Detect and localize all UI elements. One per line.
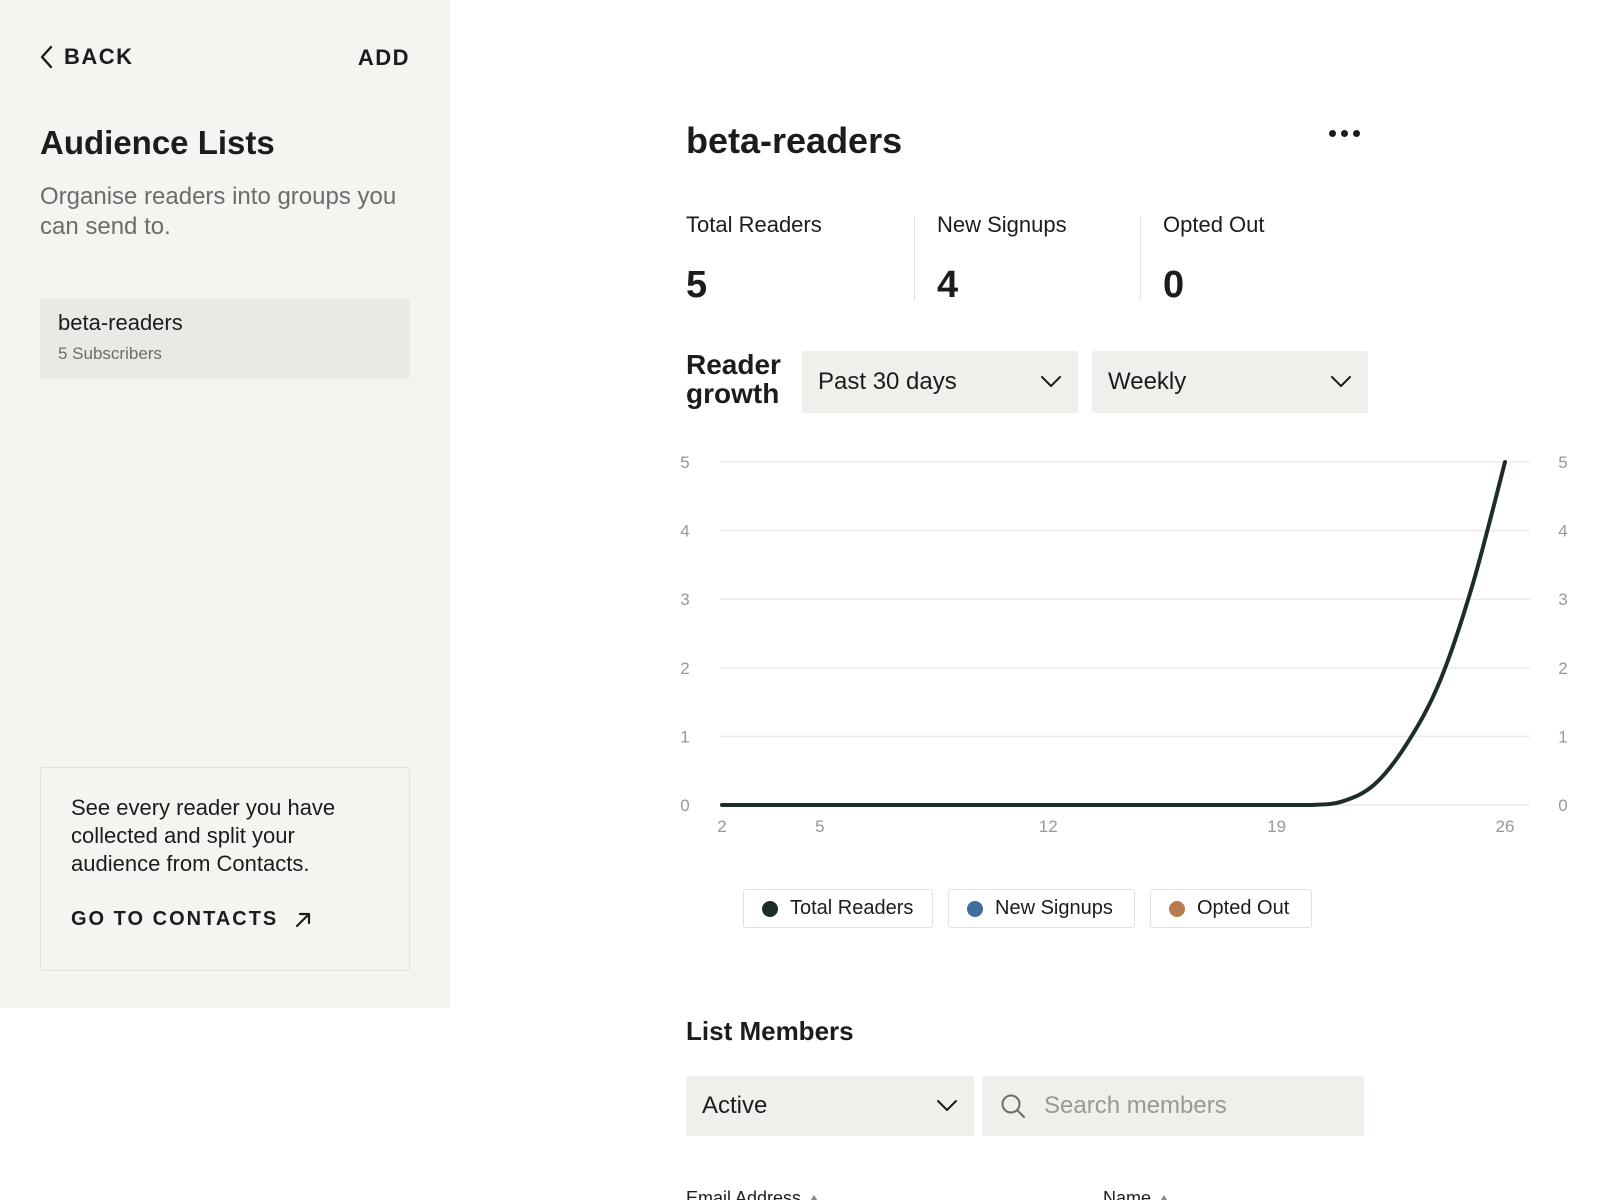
sidebar-title: Audience Lists: [40, 124, 275, 161]
member-search: [982, 1076, 1364, 1136]
sidebar-description: Organise readers into groups you can sen…: [40, 183, 397, 240]
y-right-tick-label: 1: [1558, 727, 1567, 746]
interval-value: Weekly: [1108, 368, 1187, 395]
series-line-total-readers: [720, 460, 1507, 808]
go-to-contacts-label: GO TO CONTACTS: [71, 908, 279, 930]
date-range-value: Past 30 days: [818, 368, 957, 395]
y-right-tick-label: 4: [1558, 522, 1567, 541]
arrow-up-right-icon: [296, 912, 311, 927]
column-header-label: Name: [1103, 1188, 1152, 1200]
legend-new-signups[interactable]: New Signups: [948, 889, 1135, 928]
stat-opted-out: Opted Out 0: [1163, 212, 1265, 307]
more-dot-icon: [1340, 129, 1348, 137]
list-name: beta-readers: [58, 310, 183, 335]
y-right-tick-label: 0: [1558, 796, 1567, 815]
chevron-down-icon: [937, 1100, 957, 1111]
list-members-title: List Members: [686, 1016, 854, 1046]
back-label: BACK: [64, 44, 134, 69]
stat-new-signups: New Signups 4: [937, 212, 1067, 307]
y-tick-label: 0: [680, 796, 689, 815]
contacts-info-card: See every reader you have collected and …: [40, 767, 410, 971]
stat-label: New Signups: [937, 212, 1067, 237]
member-status-select[interactable]: Active: [686, 1076, 974, 1136]
reader-growth-chart: 0 01 12 23 34 45 52 5 12 19 26: [680, 453, 1567, 836]
stat-total-readers: Total Readers 5: [686, 212, 822, 307]
search-icon: [1001, 1094, 1025, 1118]
stat-divider: [1140, 216, 1141, 300]
sort-up-icon: [810, 1194, 818, 1200]
legend-dot-icon: [1169, 900, 1185, 917]
chevron-left-icon: [40, 45, 53, 69]
growth-title-line: Reader: [686, 349, 781, 380]
y-tick-label: 2: [680, 659, 689, 678]
more-options-button[interactable]: [1322, 118, 1366, 148]
legend-label: Opted Out: [1197, 897, 1290, 919]
x-tick-label: 26: [1496, 817, 1515, 836]
growth-title-line: growth: [686, 378, 780, 409]
y-tick-label: 4: [680, 522, 689, 541]
interval-select[interactable]: Weekly: [1092, 351, 1368, 413]
legend-opted-out[interactable]: Opted Out: [1150, 889, 1312, 928]
page-title: beta-readers: [686, 120, 903, 161]
member-status-value: Active: [702, 1092, 768, 1119]
chevron-down-icon: [1041, 376, 1061, 387]
y-tick-label: 1: [680, 727, 689, 746]
stat-value: 0: [1163, 264, 1185, 306]
stat-divider: [914, 216, 915, 300]
chevron-down-icon: [1331, 376, 1351, 387]
stat-label: Total Readers: [686, 212, 822, 237]
legend-label: New Signups: [995, 897, 1113, 919]
column-header-email[interactable]: Email Address: [686, 1188, 819, 1200]
x-tick-label: 12: [1039, 817, 1058, 836]
legend-dot-icon: [967, 900, 983, 917]
search-members-input[interactable]: [1044, 1092, 1344, 1120]
y-right-tick-label: 5: [1558, 453, 1567, 472]
list-subscriber-count: 5 Subscribers: [58, 344, 162, 363]
legend-dot-icon: [762, 900, 778, 917]
info-card-text: See every reader you have collected and …: [71, 795, 336, 876]
audience-list-item[interactable]: beta-readers 5 Subscribers: [40, 298, 410, 379]
x-tick-label: 19: [1267, 817, 1286, 836]
legend-label: Total Readers: [790, 897, 914, 919]
more-dot-icon: [1328, 129, 1336, 137]
y-right-tick-label: 2: [1558, 659, 1567, 678]
date-range-select[interactable]: Past 30 days: [802, 351, 1078, 413]
legend-total-readers[interactable]: Total Readers: [743, 889, 933, 928]
back-button[interactable]: BACK: [40, 44, 134, 70]
stat-value: 5: [686, 264, 708, 306]
y-tick-label: 5: [680, 453, 689, 472]
x-tick-label: 2: [717, 817, 726, 836]
column-header-label: Email Address: [686, 1188, 802, 1200]
y-right-tick-label: 3: [1558, 590, 1567, 609]
add-list-button[interactable]: ADD: [358, 45, 410, 71]
stat-label: Opted Out: [1163, 212, 1265, 237]
x-tick-label: 5: [815, 817, 824, 836]
more-dot-icon: [1352, 129, 1360, 137]
go-to-contacts-link[interactable]: GO TO CONTACTS: [71, 908, 312, 931]
sort-up-icon: [1160, 1194, 1168, 1200]
column-header-name[interactable]: Name: [1103, 1188, 1169, 1200]
sidebar-header: BACK ADD: [40, 44, 410, 74]
stat-value: 4: [937, 264, 959, 306]
reader-growth-title: Reader growth: [686, 350, 781, 408]
y-tick-label: 3: [680, 590, 689, 609]
sidebar: BACK ADD Audience Lists Organise readers…: [0, 0, 450, 1008]
